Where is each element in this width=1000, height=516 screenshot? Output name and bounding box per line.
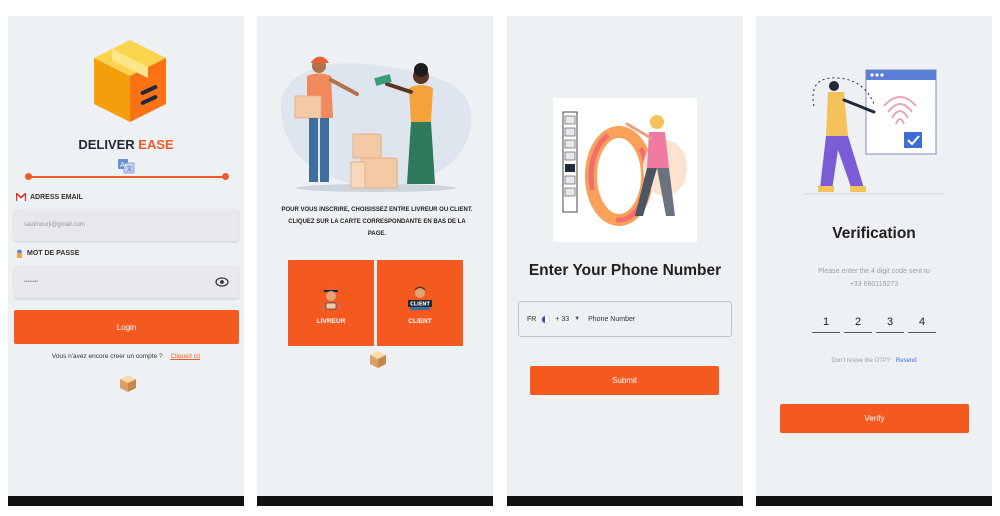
livreur-card[interactable]: LIVREUR <box>288 260 374 346</box>
signup-prompt: Vous n'avez encore creer un compte ? Cli… <box>8 353 244 360</box>
phone-title: Enter Your Phone Number <box>528 262 722 279</box>
france-flag-icon <box>541 314 551 324</box>
email-value: saidmourji@gmail.com <box>24 222 85 228</box>
chevron-down-icon[interactable]: ▼ <box>574 316 580 322</box>
brand-part2: EASE <box>138 137 174 152</box>
resend-link[interactable]: Resend <box>896 358 917 364</box>
password-label: MOT DE PASSE <box>16 249 79 258</box>
otp-digit-3[interactable]: 3 <box>876 316 904 333</box>
subtitle-phone: +33 660119273 <box>849 281 899 288</box>
svg-text:A: A <box>120 161 125 169</box>
role-select-screen: POUR VOUS INSCRIRE, CHOISISSEZ ENTRE LIV… <box>257 16 493 506</box>
verification-title: Verification <box>832 225 916 242</box>
navigation-bar <box>8 496 244 506</box>
verify-button[interactable]: Verify <box>780 404 969 433</box>
translate-icon[interactable]: A 文 <box>117 158 135 174</box>
email-field[interactable]: saidmourji@gmail.com <box>14 209 239 241</box>
box-icon <box>120 375 136 392</box>
language-slider-track <box>28 176 226 178</box>
otp-digit-2[interactable]: 2 <box>844 316 872 333</box>
submit-button-label: Submit <box>612 376 637 385</box>
dial-code: + 33 <box>555 315 570 323</box>
brand-part1: DELIVER <box>78 137 135 152</box>
email-label: ADRESS EMAIL <box>16 193 83 201</box>
lock-icon <box>17 249 22 258</box>
fingerprint-illustration <box>804 69 944 195</box>
country-code[interactable]: FR <box>527 316 536 323</box>
gmail-icon <box>16 193 26 201</box>
designer-illustration <box>562 111 687 226</box>
navigation-bar <box>756 496 992 506</box>
navigation-bar <box>257 496 493 506</box>
signup-link[interactable]: Cliquez ici <box>170 353 200 360</box>
livreur-card-label: LIVREUR <box>316 317 346 325</box>
otp-digit-4[interactable]: 4 <box>908 316 936 333</box>
phone-illustration-frame <box>553 98 697 242</box>
deliver-ease-logo <box>94 40 166 122</box>
delivery-man-icon <box>321 286 341 310</box>
phone-input[interactable]: FR + 33 ▼ Phone Number <box>518 301 732 337</box>
delivery-illustration <box>281 56 472 192</box>
login-screen: DELIVER EASE A 文 ADRESS EMAIL saidmourji… <box>8 16 244 506</box>
login-button-label: Login <box>116 322 137 332</box>
slider-dot-left[interactable] <box>25 173 32 180</box>
brand-name: DELIVER EASE <box>8 137 244 152</box>
client-card-label: CLIENT <box>408 317 432 325</box>
phone-placeholder: Phone Number <box>588 315 636 323</box>
navigation-bar <box>507 496 743 506</box>
slider-dot-right[interactable] <box>222 173 229 180</box>
password-value: •••••••• <box>24 279 39 285</box>
otp-digit-1[interactable]: 1 <box>812 316 840 333</box>
resend-prompt-text: Don't resive the OTP? <box>831 358 891 364</box>
client-badge: CLIENT <box>410 301 430 307</box>
verify-button-label: Verify <box>864 414 885 423</box>
svg-text:文: 文 <box>127 165 133 173</box>
password-field[interactable]: •••••••• <box>14 266 239 298</box>
verification-screen: Verification Please enter the 4 digit co… <box>756 16 992 506</box>
role-instructions: POUR VOUS INSCRIRE, CHOISISSEZ ENTRE LIV… <box>281 207 473 237</box>
login-button[interactable]: Login <box>14 310 239 344</box>
password-label-text: MOT DE PASSE <box>27 250 80 257</box>
signup-prompt-text: Vous n'avez encore creer un compte ? <box>51 353 163 360</box>
box-icon <box>370 351 386 368</box>
submit-button[interactable]: Submit <box>530 366 719 395</box>
client-icon: CLIENT <box>408 286 432 310</box>
eye-icon[interactable] <box>215 277 229 287</box>
email-label-text: ADRESS EMAIL <box>30 193 83 201</box>
client-card[interactable]: CLIENT CLIENT <box>377 260 463 346</box>
subtitle-line1: Please enter the 4 digit code sent to <box>818 268 930 275</box>
resend-prompt: Don't resive the OTP? Resend <box>756 358 992 364</box>
verification-subtitle: Please enter the 4 digit code sent to +3… <box>786 265 962 291</box>
phone-screen: Enter Your Phone Number FR + 33 ▼ Phone … <box>507 16 743 506</box>
